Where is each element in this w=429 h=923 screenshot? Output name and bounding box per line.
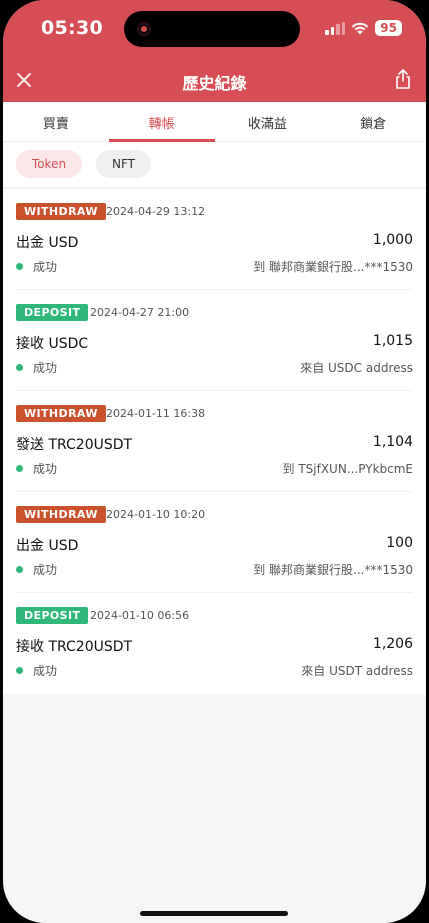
transaction-destination: 到 聯邦商業銀行股...***1530 (253, 260, 413, 274)
transaction-date: 2024-01-11 16:38 (106, 407, 206, 420)
transaction-date: 2024-01-10 10:20 (106, 508, 206, 521)
tab-bar: 買賣 轉帳 收滿益 鎖倉 (3, 102, 426, 142)
tab-trade[interactable]: 買賣 (3, 102, 109, 141)
transaction-date: 2024-01-10 06:56 (90, 609, 190, 622)
withdraw-badge: WITHDRAW (16, 506, 106, 523)
filter-bar: Token NFT (3, 142, 426, 188)
wifi-icon (352, 22, 369, 34)
status-label: 成功 (33, 361, 58, 375)
transaction-status: 成功 (16, 561, 57, 578)
transaction-amount: 1,000 (372, 232, 413, 248)
transaction-amount: 100 (386, 535, 413, 551)
success-dot-icon (16, 566, 23, 573)
camera-icon (137, 22, 151, 36)
transaction-item[interactable]: WITHDRAW 2024-01-10 10:20 出金 USD 100 成功 … (3, 491, 426, 593)
transaction-destination: 來自 USDT address (301, 664, 413, 678)
withdraw-badge: WITHDRAW (16, 203, 106, 220)
tab-transfer[interactable]: 轉帳 (108, 102, 215, 142)
transaction-status: 成功 (16, 662, 57, 679)
transaction-title: 接收 USDC (16, 336, 89, 352)
transaction-status: 成功 (16, 258, 57, 275)
filter-nft-chip[interactable]: NFT (96, 150, 151, 178)
home-indicator[interactable] (140, 911, 288, 916)
transaction-title: 接收 TRC20USDT (16, 639, 133, 655)
transaction-destination: 到 TSjfXUN...PYkbcmE (282, 462, 413, 476)
deposit-badge: DEPOSIT (16, 304, 89, 321)
filter-token-chip[interactable]: Token (16, 150, 82, 178)
transaction-date: 2024-04-27 21:00 (90, 306, 190, 319)
transaction-destination: 到 聯邦商業銀行股...***1530 (253, 563, 413, 577)
tab-earnings[interactable]: 收滿益 (215, 102, 321, 141)
share-icon[interactable] (392, 67, 414, 91)
dynamic-island (124, 11, 300, 47)
transaction-title: 出金 USD (16, 538, 79, 554)
success-dot-icon (16, 364, 23, 371)
signal-icon (325, 21, 346, 35)
transaction-amount: 1,015 (372, 333, 413, 349)
phone-screen: 05:30 95 歷史紀錄 買賣 轉帳 收滿益 鎖倉 Token NFT WIT… (3, 0, 426, 923)
success-dot-icon (16, 263, 23, 270)
transaction-item[interactable]: WITHDRAW 2024-01-11 16:38 發送 TRC20USDT 1… (3, 390, 426, 492)
transaction-title: 發送 TRC20USDT (16, 437, 133, 453)
status-label: 成功 (33, 260, 58, 274)
transaction-date: 2024-04-29 13:12 (106, 205, 206, 218)
success-dot-icon (16, 667, 23, 674)
withdraw-badge: WITHDRAW (16, 405, 106, 422)
status-time: 05:30 (41, 17, 103, 39)
status-label: 成功 (33, 563, 58, 577)
status-label: 成功 (33, 462, 58, 476)
transaction-destination: 來自 USDC address (300, 361, 413, 375)
transaction-amount: 1,206 (372, 636, 413, 652)
transaction-list: WITHDRAW 2024-04-29 13:12 出金 USD 1,000 成… (3, 189, 426, 694)
transaction-item[interactable]: WITHDRAW 2024-04-29 13:12 出金 USD 1,000 成… (3, 189, 426, 290)
transaction-status: 成功 (16, 460, 57, 477)
page-title: 歷史紀錄 (182, 74, 247, 93)
battery-indicator: 95 (375, 20, 402, 36)
transaction-title: 出金 USD (16, 235, 79, 251)
header: 05:30 95 歷史紀錄 (3, 0, 426, 102)
success-dot-icon (16, 465, 23, 472)
tab-lock[interactable]: 鎖倉 (320, 102, 426, 141)
deposit-badge: DEPOSIT (16, 607, 89, 624)
transaction-amount: 1,104 (372, 434, 413, 450)
status-label: 成功 (33, 664, 58, 678)
transaction-status: 成功 (16, 359, 57, 376)
transaction-item[interactable]: DEPOSIT 2024-01-10 06:56 接收 TRC20USDT 1,… (3, 592, 426, 694)
transaction-item[interactable]: DEPOSIT 2024-04-27 21:00 接收 USDC 1,015 成… (3, 289, 426, 391)
status-indicators: 95 (325, 20, 402, 36)
